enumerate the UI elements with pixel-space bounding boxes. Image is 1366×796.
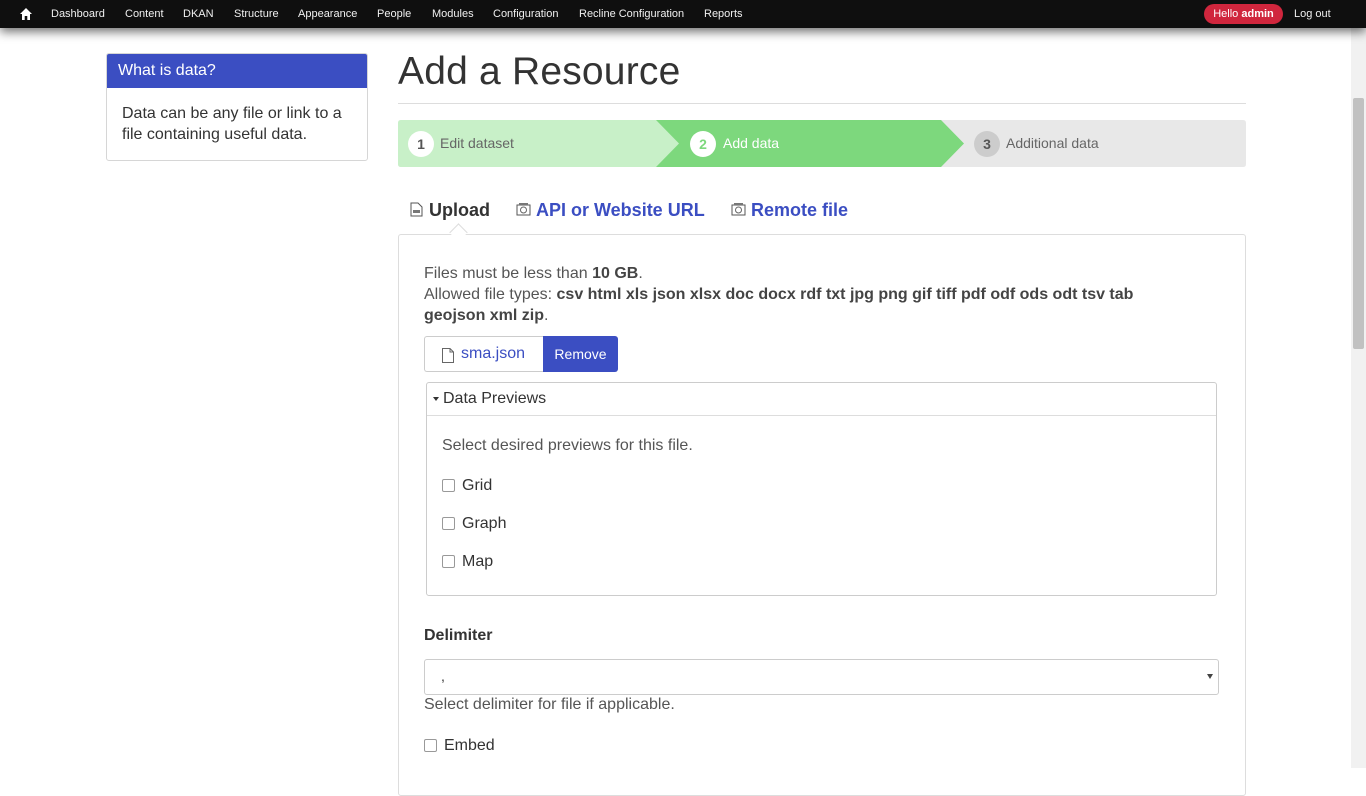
step-1-label[interactable]: Edit dataset [440,120,514,167]
hello-prefix: Hello [1213,8,1239,20]
nav-people[interactable]: People [377,0,411,28]
nav-structure[interactable]: Structure [234,0,279,28]
delimiter-value: , [441,668,445,684]
embed-label: Embed [444,737,495,754]
previews-description: Select desired previews for this file. [442,437,693,454]
delimiter-help: Select delimiter for file if applicable. [424,696,675,713]
embed-checkbox[interactable] [424,739,437,752]
delimiter-select[interactable]: , [424,659,1219,695]
file-size-limit: Files must be less than 10 GB. [424,265,643,282]
data-previews-legend: Data Previews [443,390,547,407]
upload-icon [410,202,423,217]
nav-modules[interactable]: Modules [432,0,474,28]
size-value: 10 GB [592,265,639,282]
delimiter-label: Delimiter [424,627,493,644]
tab-remote-file[interactable]: Remote file [731,200,848,221]
data-previews-fieldset: Data Previews [426,382,1217,596]
types-list-2: geojson xml zip [424,307,545,324]
remote-file-icon [731,203,746,216]
page-title: Add a Resource [398,50,681,93]
tab-api-url[interactable]: API or Website URL [516,200,705,221]
tab-remote-file-label: Remote file [751,200,849,220]
remove-file-button[interactable]: Remove [543,336,618,372]
nav-appearance[interactable]: Appearance [298,0,357,28]
help-block: What is data? Data can be any file or li… [106,53,368,161]
uploaded-file: sma.json [424,336,543,372]
types-list-1: csv html xls json xlsx doc docx rdf txt … [556,286,1134,303]
file-icon [442,348,454,363]
step-2-label: Add data [723,135,780,151]
nav-dashboard[interactable]: Dashboard [51,0,105,28]
home-icon[interactable] [19,7,33,21]
nav-dkan[interactable]: DKAN [183,0,214,28]
chevron-down-icon [433,397,439,401]
map-preview-label: Map [462,553,494,570]
tab-upload-label: Upload [429,200,490,220]
graph-preview-checkbox[interactable] [442,517,455,530]
grid-preview-label: Grid [462,477,493,494]
nav-configuration[interactable]: Configuration [493,0,558,28]
step-1-number: 1 [408,131,434,157]
data-previews-toggle[interactable]: Data Previews [427,383,1216,416]
nav-recline-configuration[interactable]: Recline Configuration [579,0,684,28]
hello-username: admin [1241,8,1274,20]
scrollbar-thumb[interactable] [1353,98,1364,349]
size-prefix: Files must be less than [424,265,588,282]
grid-preview-checkbox[interactable] [442,479,455,492]
types-prefix: Allowed file types: [424,286,553,303]
help-block-title: What is data? [107,54,367,88]
step-3-number: 3 [974,131,1000,157]
steps-background [398,120,1246,167]
step-3-label[interactable]: Additional data [1006,120,1099,167]
chevron-down-icon [1207,674,1213,679]
nav-content[interactable]: Content [125,0,164,28]
file-name-link[interactable]: sma.json [461,345,525,363]
graph-preview-label: Graph [462,515,507,532]
tab-api-url-label: API or Website URL [536,200,705,220]
logout-link[interactable]: Log out [1294,0,1331,28]
allowed-types-line1: Allowed file types: csv html xls json xl… [424,284,1133,305]
map-preview-checkbox[interactable] [442,555,455,568]
admin-toolbar: Dashboard Content DKAN Structure Appeara… [0,0,1366,28]
tab-upload[interactable]: Upload [409,200,490,221]
help-block-body: Data can be any file or link to a file c… [122,105,342,143]
step-2-number: 2 [690,131,716,157]
progress-steps: 1 Edit dataset 2 Add data 3 Additional d… [398,120,1246,167]
allowed-types-line2: geojson xml zip. [424,307,549,324]
user-greeting-badge[interactable]: Hello admin [1204,4,1283,24]
api-icon [516,203,531,216]
title-divider [398,103,1246,104]
nav-reports[interactable]: Reports [704,0,743,28]
